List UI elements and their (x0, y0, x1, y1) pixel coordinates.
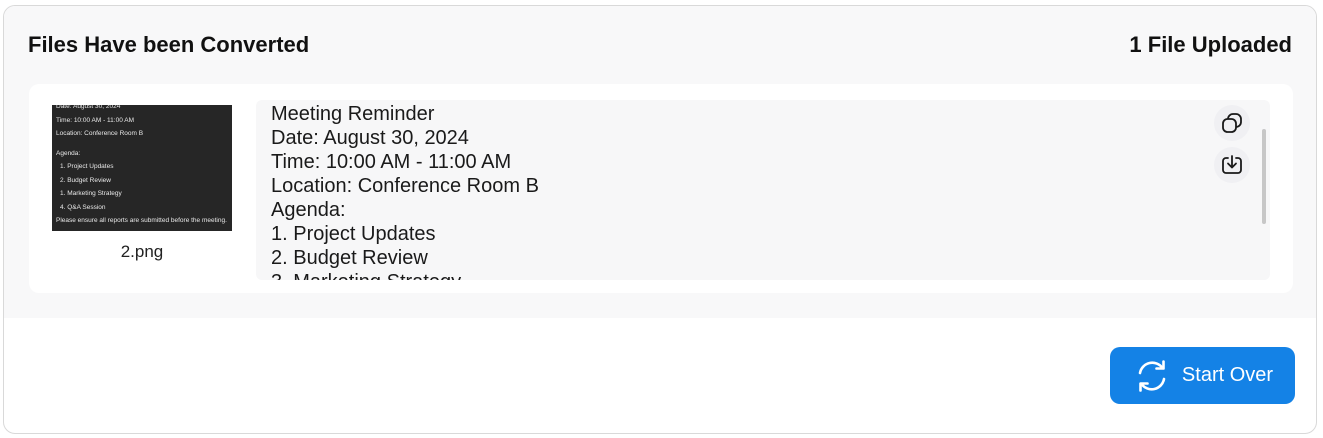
copy-icon (1222, 113, 1242, 133)
thumbnail-line: Agenda: (56, 149, 81, 157)
thumbnail-line: 4. Q&A Session (60, 203, 106, 211)
thumbnail-line: Location: Conference Room B (56, 130, 144, 137)
start-over-button[interactable]: Start Over (1110, 347, 1295, 404)
text-line: Agenda: (271, 199, 346, 221)
text-line: 1. Project Updates (271, 223, 436, 245)
file-thumbnail[interactable]: Date: August 30, 2024 Time: 10:00 AM - 1… (52, 105, 232, 231)
thumbnail-line: 1. Marketing Strategy (60, 190, 122, 197)
text-line: Meeting Reminder (271, 103, 435, 125)
file-card: Date: August 30, 2024 Time: 10:00 AM - 1… (29, 84, 1293, 293)
results-section: Files Have been Converted 1 File Uploade… (4, 6, 1316, 318)
thumbnail-line: Date: August 30, 2024 (56, 105, 121, 110)
scrollbar-thumb[interactable] (1262, 129, 1266, 224)
thumbnail-line: 1. Project Updates (60, 163, 114, 170)
text-line: Date: August 30, 2024 (271, 127, 469, 149)
extracted-text: Meeting Reminder Date: August 30, 2024 T… (271, 102, 539, 280)
download-icon (1222, 155, 1242, 174)
copy-button[interactable] (1214, 105, 1250, 141)
thumbnail-line: Time: 10:00 AM - 11:00 AM (56, 116, 135, 124)
text-line: Time: 10:00 AM - 11:00 AM (271, 151, 512, 173)
file-name: 2.png (120, 242, 164, 261)
page-title: Files Have been Converted (28, 32, 310, 57)
text-line: 3. Marketing Strategy (271, 270, 539, 280)
thumbnail-line: 2. Budget Review (60, 176, 111, 184)
extracted-text-box[interactable]: Meeting Reminder Date: August 30, 2024 T… (256, 100, 1270, 280)
refresh-icon (1138, 359, 1166, 392)
text-scrollbar[interactable] (1262, 112, 1266, 270)
download-button[interactable] (1214, 147, 1250, 183)
converter-panel: Files Have been Converted 1 File Uploade… (3, 5, 1317, 434)
text-line: Location: Conference Room B (271, 175, 539, 197)
upload-count: 1 File Uploaded (1129, 32, 1292, 57)
start-over-label: Start Over (1181, 364, 1274, 386)
thumbnail-line: Please ensure all reports are submitted … (56, 217, 227, 224)
text-line: 2. Budget Review (271, 247, 428, 269)
